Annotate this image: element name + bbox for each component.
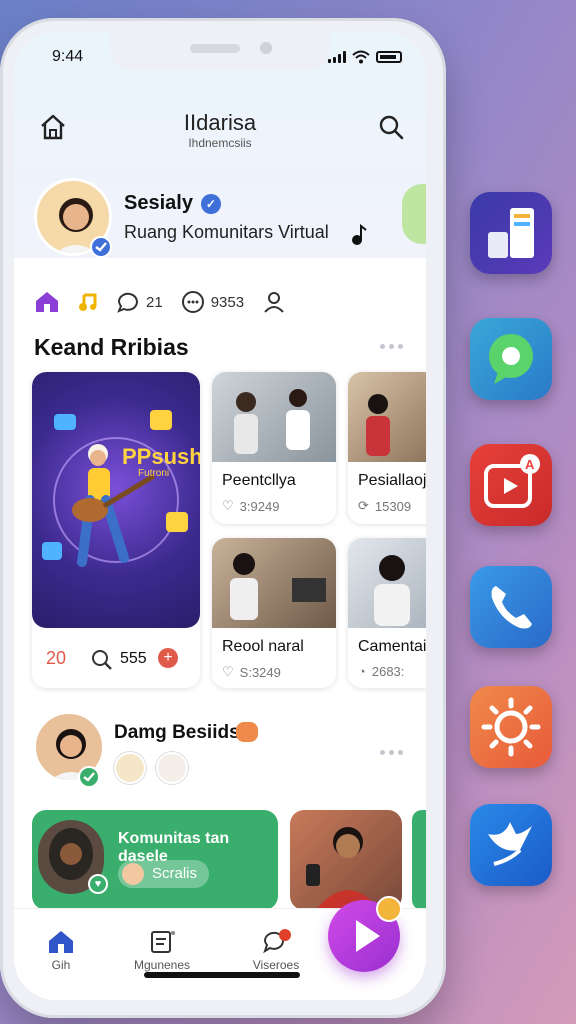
- home-indicator: [144, 972, 300, 978]
- search-small-icon[interactable]: [90, 648, 114, 672]
- grid-card-2-meta: ⟳ 15309: [358, 498, 412, 514]
- user-icon: [264, 292, 284, 313]
- messages-action[interactable]: 9353: [181, 290, 244, 314]
- mini-avatar-2[interactable]: [156, 752, 188, 784]
- sparkle-badge-icon: [376, 896, 402, 922]
- chat-icon: [263, 929, 291, 954]
- message-bubble-icon: [489, 334, 533, 384]
- grid-card-3[interactable]: Reool naral ♡ S:3249: [212, 538, 336, 688]
- featured-count-left: 20: [46, 648, 67, 668]
- search-icon[interactable]: [376, 112, 406, 142]
- status-icons: [328, 50, 402, 64]
- speaker-slot: [190, 44, 240, 53]
- grid-card-1-title: Peentcllya: [222, 472, 296, 489]
- shield-badge-icon: ✓: [200, 193, 221, 214]
- phone-icon: [491, 586, 532, 629]
- community-button[interactable]: Scralis: [118, 860, 210, 888]
- action-row: 21 9353: [34, 290, 286, 314]
- verified-badge: [90, 236, 112, 258]
- status-time: 9:44: [52, 48, 84, 65]
- wifi-icon: [352, 50, 370, 64]
- sun-gear-icon: [481, 697, 541, 757]
- grid-card-1-meta: ♡ 3:9249: [222, 498, 280, 514]
- mini-avatar-1[interactable]: [114, 752, 146, 784]
- app-icon-phone[interactable]: [470, 566, 552, 648]
- app-icon-messages[interactable]: [470, 318, 552, 400]
- heart-icon: ♡: [222, 664, 234, 679]
- app-icon-video[interactable]: A: [470, 444, 552, 526]
- comment-icon: [117, 292, 138, 313]
- tab-viseroes-label: Viseroes: [252, 958, 300, 972]
- camera-dot: [260, 42, 272, 54]
- phone-frame: 9:44 IIdarisa Ihdnemcsiis Sesialy ✓ Ruan…: [0, 18, 446, 1018]
- add-icon[interactable]: +: [158, 648, 178, 668]
- app-icon-settings[interactable]: [470, 686, 552, 768]
- section-title-featured: Keand Rribias: [34, 334, 189, 360]
- section-menu-dots[interactable]: [380, 344, 403, 349]
- profile-name-row: Sesialy ✓: [124, 192, 221, 215]
- svg-text:A: A: [525, 457, 535, 472]
- app-icon-files[interactable]: [470, 192, 552, 274]
- heart-icon: ♡: [222, 498, 234, 513]
- friend-avatar-peek[interactable]: [402, 184, 426, 244]
- grid-card-4[interactable]: Camentai ◔ 2683:: [348, 538, 426, 688]
- signal-icon: [328, 51, 346, 63]
- featured-poster: PPsush Futroni: [32, 372, 200, 628]
- grid-card-2-image: [348, 372, 426, 462]
- profile-action[interactable]: [262, 290, 286, 314]
- featured-card[interactable]: PPsush Futroni 20 555 +: [32, 372, 200, 688]
- music-note-icon: [352, 224, 367, 245]
- button-avatar: [122, 863, 144, 885]
- poster-text-2: Futroni: [138, 468, 169, 479]
- tab-mgunenes[interactable]: Mgunenes: [122, 929, 202, 972]
- tab-viseroes[interactable]: Viseroes: [236, 929, 316, 972]
- bird-icon: [488, 822, 532, 866]
- video-play-icon: A: [484, 454, 540, 508]
- video-card[interactable]: [290, 810, 402, 910]
- music-icon[interactable]: [78, 291, 98, 313]
- grid-card-3-meta: ♡ S:3249: [222, 664, 281, 680]
- grid-card-4-image: [348, 538, 426, 628]
- app-icon-bird[interactable]: [470, 804, 552, 886]
- grid-card-1-image: [212, 372, 336, 462]
- app-subtitle: Ihdnemcsiis: [188, 136, 252, 150]
- profile-name: Sesialy: [124, 192, 193, 214]
- community-card[interactable]: ♥ Komunitas tan dasele Scralis: [32, 810, 278, 910]
- comments-count: 21: [146, 293, 163, 311]
- app-screen: 9:44 IIdarisa Ihdnemcsiis Sesialy ✓ Ruan…: [14, 32, 426, 1000]
- messages-count: 9353: [210, 293, 245, 311]
- profile-description: Ruang Komunitars Virtual: [124, 222, 329, 242]
- grid-card-2-title: Pesiallaoj: [358, 472, 426, 489]
- friends-menu-dots[interactable]: [380, 750, 403, 755]
- community-button-label: Scralis: [152, 865, 198, 882]
- chat-bubble-icon: [181, 291, 204, 313]
- files-icon: [488, 208, 534, 258]
- play-fab-button[interactable]: [328, 896, 402, 972]
- tab-home[interactable]: Gih: [36, 929, 86, 972]
- grid-card-1[interactable]: Peentcllya ♡ 3:9249: [212, 372, 336, 524]
- clock-icon: ◔: [358, 664, 366, 679]
- document-icon: [151, 931, 175, 953]
- next-card-peek[interactable]: [412, 810, 426, 910]
- grid-card-3-image: [212, 538, 336, 628]
- online-badge: [78, 766, 100, 788]
- featured-count-right: 555: [120, 650, 147, 667]
- tab-mgunenes-label: Mgunenes: [133, 958, 191, 972]
- battery-icon: [376, 51, 402, 63]
- grid-card-2[interactable]: Pesiallaoj ⟳ 15309: [348, 372, 426, 524]
- emoji-badge-icon: [236, 722, 258, 742]
- grid-card-4-title: Camentai: [358, 638, 426, 655]
- app-title: IIdarisa: [183, 110, 257, 135]
- grid-card-4-meta: ◔ 2683:: [358, 664, 405, 679]
- comments-action[interactable]: 21: [116, 290, 163, 314]
- heart-badge-icon: ♥: [88, 874, 108, 894]
- grid-card-3-title: Reool naral: [222, 638, 304, 655]
- home-tab-icon[interactable]: [34, 290, 60, 314]
- home-filled-icon: [49, 931, 73, 953]
- tab-home-label: Gih: [51, 958, 71, 972]
- notch: [110, 32, 330, 70]
- section-title-friends: Damg Besiids: [114, 722, 240, 743]
- refresh-icon: ⟳: [358, 498, 369, 513]
- poster-text-1: PPsush: [122, 444, 200, 469]
